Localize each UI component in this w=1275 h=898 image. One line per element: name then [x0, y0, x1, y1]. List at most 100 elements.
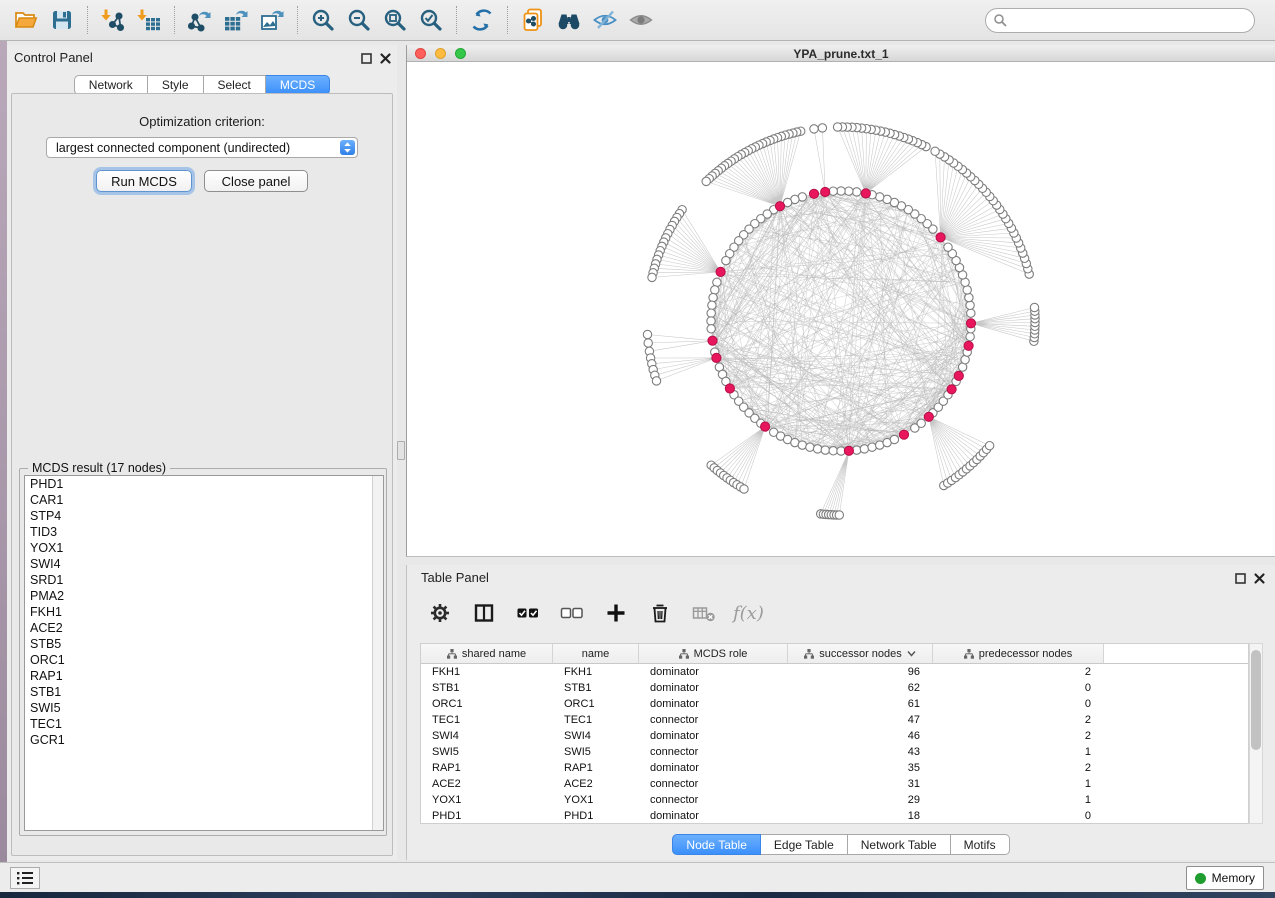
- task-history-button[interactable]: [10, 867, 40, 889]
- close-panel-icon[interactable]: [1254, 571, 1265, 589]
- cell-successor-nodes[interactable]: 47: [788, 712, 933, 728]
- tab-network-table[interactable]: Network Table: [848, 834, 951, 855]
- mcds-result-item[interactable]: STP4: [25, 508, 383, 524]
- cell-successor-nodes[interactable]: 62: [788, 680, 933, 696]
- cell-successor-nodes[interactable]: 43: [788, 744, 933, 760]
- export-network-icon[interactable]: [182, 4, 218, 36]
- panel-splitter-handle[interactable]: [397, 441, 405, 460]
- cell-name[interactable]: ORC1: [553, 696, 639, 712]
- save-session-icon[interactable]: [44, 4, 80, 36]
- mcds-result-item[interactable]: PHD1: [25, 476, 383, 492]
- refresh-view-icon[interactable]: [464, 4, 500, 36]
- float-panel-icon[interactable]: [1235, 571, 1246, 589]
- select-all-columns-icon[interactable]: [513, 598, 543, 628]
- cell-predecessor-nodes[interactable]: 1: [933, 792, 1104, 808]
- mcds-result-item[interactable]: STB1: [25, 684, 383, 700]
- cell-MCDS-role[interactable]: dominator: [639, 664, 788, 680]
- search-binoculars-icon[interactable]: [551, 4, 587, 36]
- export-image-icon[interactable]: [254, 4, 290, 36]
- table-settings-gear-icon[interactable]: [425, 598, 455, 628]
- mcds-result-item[interactable]: PMA2: [25, 588, 383, 604]
- cell-name[interactable]: RAP1: [553, 760, 639, 776]
- close-panel-button[interactable]: Close panel: [204, 170, 308, 192]
- import-network-icon[interactable]: [95, 4, 131, 36]
- table-row[interactable]: STB1STB1dominator620: [421, 680, 1248, 696]
- table-row[interactable]: ORC1ORC1dominator610: [421, 696, 1248, 712]
- cell-successor-nodes[interactable]: 18: [788, 808, 933, 824]
- mcds-result-item[interactable]: RAP1: [25, 668, 383, 684]
- cell-name[interactable]: FKH1: [553, 664, 639, 680]
- cell-name[interactable]: STB1: [553, 680, 639, 696]
- open-file-icon[interactable]: [8, 4, 44, 36]
- cell-predecessor-nodes[interactable]: 1: [933, 776, 1104, 792]
- cell-successor-nodes[interactable]: 29: [788, 792, 933, 808]
- cell-shared-name[interactable]: TEC1: [421, 712, 553, 728]
- cell-name[interactable]: SWI4: [553, 728, 639, 744]
- control-tab-style[interactable]: Style: [148, 75, 204, 95]
- cell-shared-name[interactable]: ORC1: [421, 696, 553, 712]
- show-graphics-icon[interactable]: [623, 4, 659, 36]
- cell-name[interactable]: SWI5: [553, 744, 639, 760]
- table-row[interactable]: PHD1PHD1dominator180: [421, 808, 1248, 824]
- cell-successor-nodes[interactable]: 96: [788, 664, 933, 680]
- node-table[interactable]: shared namenameMCDS rolesuccessor nodesp…: [420, 643, 1249, 824]
- table-row[interactable]: ACE2ACE2connector311: [421, 776, 1248, 792]
- mcds-result-item[interactable]: TID3: [25, 524, 383, 540]
- table-row[interactable]: RAP1RAP1dominator352: [421, 760, 1248, 776]
- cell-predecessor-nodes[interactable]: 2: [933, 712, 1104, 728]
- delete-column-icon[interactable]: [645, 598, 675, 628]
- cell-predecessor-nodes[interactable]: 0: [933, 808, 1104, 824]
- cell-MCDS-role[interactable]: connector: [639, 744, 788, 760]
- cell-predecessor-nodes[interactable]: 2: [933, 728, 1104, 744]
- mcds-result-item[interactable]: TEC1: [25, 716, 383, 732]
- run-mcds-button[interactable]: Run MCDS: [96, 170, 192, 192]
- float-panel-icon[interactable]: [361, 51, 372, 69]
- table-scrollbar[interactable]: [1249, 643, 1263, 824]
- cell-MCDS-role[interactable]: dominator: [639, 760, 788, 776]
- cell-predecessor-nodes[interactable]: 0: [933, 696, 1104, 712]
- tab-motifs[interactable]: Motifs: [951, 834, 1010, 855]
- mcds-result-item[interactable]: ORC1: [25, 652, 383, 668]
- cell-name[interactable]: ACE2: [553, 776, 639, 792]
- cell-shared-name[interactable]: RAP1: [421, 760, 553, 776]
- mcds-result-list[interactable]: PHD1CAR1STP4TID3YOX1SWI4SRD1PMA2FKH1ACE2…: [24, 475, 384, 831]
- column-header-name[interactable]: name: [553, 644, 639, 664]
- cell-MCDS-role[interactable]: connector: [639, 712, 788, 728]
- cell-successor-nodes[interactable]: 35: [788, 760, 933, 776]
- tab-edge-table[interactable]: Edge Table: [761, 834, 848, 855]
- export-network-doc-icon[interactable]: [515, 4, 551, 36]
- column-header-MCDS-role[interactable]: MCDS role: [639, 644, 788, 664]
- network-canvas[interactable]: [407, 62, 1275, 557]
- mcds-result-item[interactable]: SRD1: [25, 572, 383, 588]
- table-row[interactable]: SWI4SWI4dominator462: [421, 728, 1248, 744]
- mcds-result-item[interactable]: SWI5: [25, 700, 383, 716]
- cell-shared-name[interactable]: ACE2: [421, 776, 553, 792]
- cell-shared-name[interactable]: SWI5: [421, 744, 553, 760]
- create-column-icon[interactable]: [601, 598, 631, 628]
- table-row[interactable]: FKH1FKH1dominator962: [421, 664, 1248, 680]
- cell-name[interactable]: PHD1: [553, 808, 639, 824]
- cell-shared-name[interactable]: STB1: [421, 680, 553, 696]
- mcds-result-item[interactable]: SWI4: [25, 556, 383, 572]
- mcds-list-scrollbar[interactable]: [372, 476, 383, 830]
- deselect-all-columns-icon[interactable]: [557, 598, 587, 628]
- cell-predecessor-nodes[interactable]: 2: [933, 760, 1104, 776]
- control-tab-network[interactable]: Network: [74, 75, 148, 95]
- cell-name[interactable]: TEC1: [553, 712, 639, 728]
- cell-shared-name[interactable]: YOX1: [421, 792, 553, 808]
- table-row[interactable]: SWI5SWI5connector431: [421, 744, 1248, 760]
- mcds-result-item[interactable]: CAR1: [25, 492, 383, 508]
- zoom-out-icon[interactable]: [341, 4, 377, 36]
- export-table-icon[interactable]: [218, 4, 254, 36]
- cell-MCDS-role[interactable]: dominator: [639, 696, 788, 712]
- control-tab-select[interactable]: Select: [204, 75, 266, 95]
- memory-button[interactable]: Memory: [1186, 866, 1264, 890]
- cell-shared-name[interactable]: SWI4: [421, 728, 553, 744]
- cell-predecessor-nodes[interactable]: 1: [933, 744, 1104, 760]
- cell-name[interactable]: YOX1: [553, 792, 639, 808]
- cell-shared-name[interactable]: FKH1: [421, 664, 553, 680]
- cell-MCDS-role[interactable]: dominator: [639, 728, 788, 744]
- network-window-titlebar[interactable]: YPA_prune.txt_1: [407, 45, 1275, 62]
- close-panel-icon[interactable]: [380, 51, 391, 69]
- cell-shared-name[interactable]: PHD1: [421, 808, 553, 824]
